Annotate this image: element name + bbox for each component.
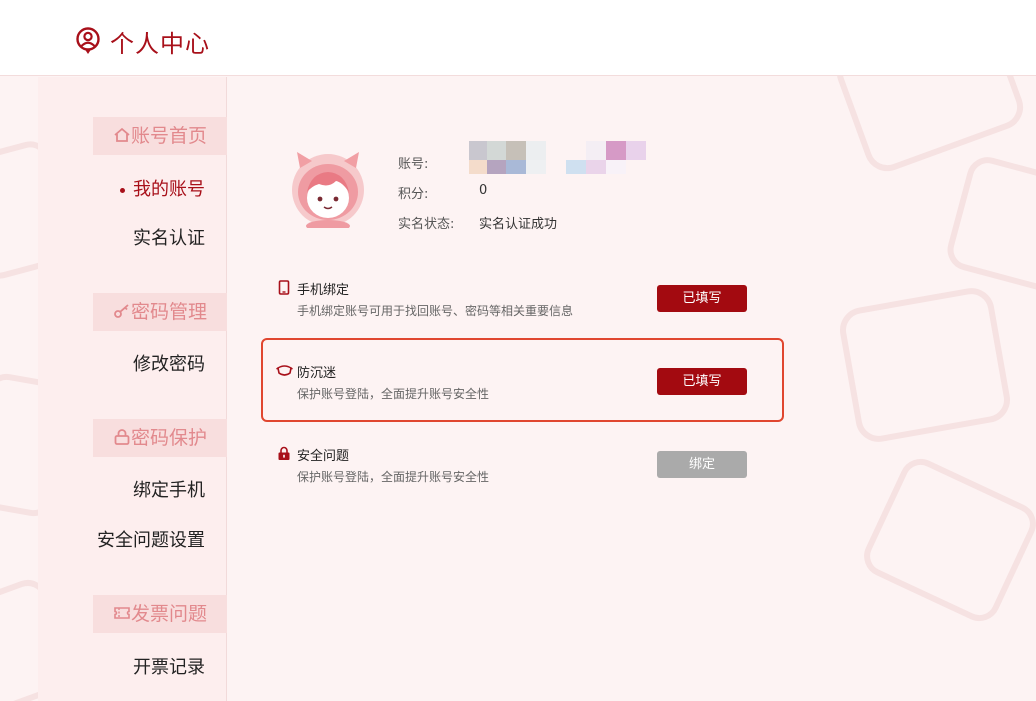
security-question-bind-button[interactable]: 绑定 (657, 451, 747, 478)
anti-addiction-filled-button[interactable]: 已填写 (657, 368, 747, 395)
sidebar-item-realname-auth[interactable]: 实名认证 (133, 227, 205, 251)
active-dot (120, 187, 125, 193)
phone-icon (278, 280, 290, 295)
sidebar-section-title: 账号首页 (130, 125, 207, 147)
points-label: 积分: (398, 187, 429, 202)
sidebar-section-password-protection[interactable]: 密码保护 (93, 419, 227, 457)
sidebar-item-my-account[interactable]: 我的账号 (120, 178, 205, 202)
sidebar-section-title: 发票问题 (130, 603, 207, 625)
sidebar-section-title: 密码管理 (130, 301, 207, 323)
sidebar-item-label: 我的账号 (133, 179, 205, 200)
avatar (292, 152, 364, 228)
security-question-title: 安全问题 (297, 449, 350, 464)
realname-status-label: 实名状态: (398, 217, 455, 232)
account-label: 账号: (398, 157, 429, 172)
page-title: 个人中心 (110, 30, 210, 58)
top-bar: 个人中心 (0, 0, 1036, 76)
sidebar-item-change-password[interactable]: 修改密码 (133, 353, 205, 377)
home-icon (114, 127, 130, 142)
points-value: 0 (479, 183, 488, 198)
phone-binding-desc: 手机绑定账号可用于找回账号、密码等相关重要信息 (297, 304, 574, 318)
ticket-icon (114, 607, 130, 619)
lock-icon (278, 446, 290, 460)
sidebar-section-password-management[interactable]: 密码管理 (93, 293, 227, 331)
user-circle-icon (76, 27, 100, 54)
phone-binding-filled-button[interactable]: 已填写 (657, 285, 747, 312)
key-icon (114, 304, 129, 318)
sidebar-section-invoice[interactable]: 发票问题 (93, 595, 227, 633)
sidebar-item-invoice-records[interactable]: 开票记录 (133, 656, 205, 680)
mask-icon (276, 365, 293, 376)
sidebar-section-title: 密码保护 (130, 427, 207, 449)
anti-addiction-desc: 保护账号登陆，全面提升账号安全性 (297, 387, 490, 401)
sidebar-section-account-home[interactable]: 账号首页 (93, 117, 227, 155)
security-question-desc: 保护账号登陆，全面提升账号安全性 (297, 470, 490, 484)
phone-binding-title: 手机绑定 (297, 283, 350, 298)
sidebar-item-bind-phone[interactable]: 绑定手机 (133, 479, 205, 503)
realname-status-value: 实名认证成功 (479, 217, 558, 232)
anti-addiction-title: 防沉迷 (297, 366, 337, 381)
lock-icon (114, 429, 130, 445)
sidebar: 账号首页 我的账号 实名认证 密码管理 修改密码 密码保护 绑定手机 安全问题设… (38, 77, 227, 701)
sidebar-item-security-question-settings[interactable]: 安全问题设置 (97, 529, 205, 553)
